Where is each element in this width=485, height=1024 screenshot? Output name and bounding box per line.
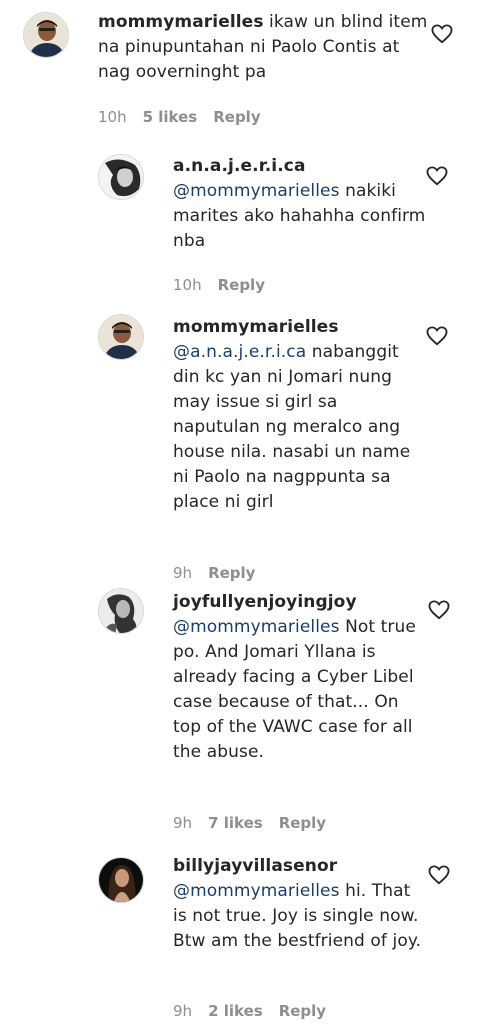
comment-mention[interactable]: @mommymarielles: [173, 617, 340, 637]
heart-icon[interactable]: [426, 326, 448, 346]
comment-meta: 10h Reply: [173, 276, 281, 294]
comment-body: joyfullyenjoyingjoy @mommymarielles Not …: [173, 590, 428, 765]
heart-icon[interactable]: [428, 865, 450, 885]
avatar[interactable]: [98, 588, 144, 634]
comment-text: Not true po. And Jomari Yllana is alread…: [173, 617, 416, 762]
profile-photo-icon: [24, 13, 68, 57]
reply-button[interactable]: Reply: [213, 108, 260, 126]
comment-body: billyjayvillasenor @mommymarielles hi. T…: [173, 854, 428, 954]
comment-username[interactable]: billyjayvillasenor: [173, 854, 428, 879]
comment-time: 9h: [173, 814, 193, 832]
comment-meta: 9h 2 likes Reply: [173, 1002, 342, 1020]
comment-mention[interactable]: @mommymarielles: [173, 181, 340, 201]
comment-mention[interactable]: @a.n.a.j.e.r.i.ca: [173, 342, 306, 362]
heart-icon[interactable]: [431, 24, 453, 44]
heart-icon[interactable]: [428, 600, 450, 620]
comment-meta: 9h Reply: [173, 564, 271, 582]
comment-username[interactable]: mommymarielles: [98, 12, 264, 32]
comment-username[interactable]: a.n.a.j.e.r.i.ca: [173, 154, 428, 179]
comment-time: 9h: [173, 564, 193, 582]
reply-button[interactable]: Reply: [208, 564, 255, 582]
comment-meta: 9h 7 likes Reply: [173, 814, 342, 832]
comment-mention[interactable]: @mommymarielles: [173, 881, 340, 901]
avatar[interactable]: [98, 857, 144, 903]
comment-time: 10h: [98, 108, 127, 126]
comment-time: 9h: [173, 1002, 193, 1020]
comment-body: mommymarielles @a.n.a.j.e.r.i.ca nabangg…: [173, 315, 428, 515]
comment-body: mommymarielles ikaw un blind item na pin…: [98, 10, 428, 85]
comment-likes[interactable]: 2 likes: [208, 1002, 263, 1020]
reply-button[interactable]: Reply: [279, 1002, 326, 1020]
comment-likes[interactable]: 7 likes: [208, 814, 263, 832]
reply-button[interactable]: Reply: [279, 814, 326, 832]
heart-icon[interactable]: [426, 166, 448, 186]
profile-photo-icon: [99, 315, 143, 359]
avatar[interactable]: [23, 12, 69, 58]
avatar[interactable]: [98, 314, 144, 360]
comment-meta: 10h 5 likes Reply: [98, 108, 277, 126]
profile-photo-icon: [99, 589, 143, 633]
reply-button[interactable]: Reply: [218, 276, 265, 294]
comment-time: 10h: [173, 276, 202, 294]
profile-photo-icon: [99, 858, 143, 902]
comment-username[interactable]: mommymarielles: [173, 315, 428, 340]
avatar[interactable]: [98, 154, 144, 200]
comment-body: a.n.a.j.e.r.i.ca @mommymarielles nakiki …: [173, 154, 428, 254]
comment-likes[interactable]: 5 likes: [143, 108, 198, 126]
comment-username[interactable]: joyfullyenjoyingjoy: [173, 590, 428, 615]
comment-thread: mommymarielles ikaw un blind item na pin…: [0, 0, 485, 1024]
profile-photo-icon: [99, 155, 143, 199]
comment-text: nabanggit din kc yan ni Jomari nung may …: [173, 342, 411, 512]
